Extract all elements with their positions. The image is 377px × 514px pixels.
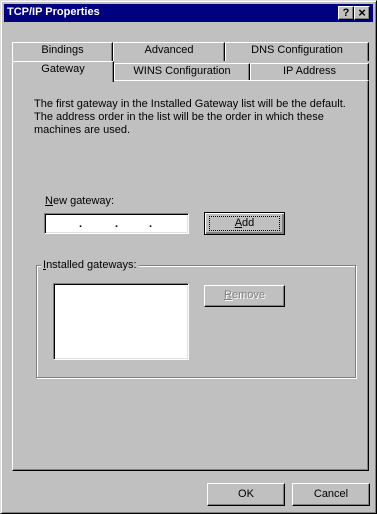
tab-label: IP Address (283, 65, 336, 77)
new-gateway-ip-input[interactable]: . . . (44, 213, 189, 234)
tab-wins-configuration[interactable]: WINS Configuration (114, 63, 250, 81)
add-button[interactable]: Add (204, 212, 285, 235)
tab-dns-configuration[interactable]: DNS Configuration (225, 42, 369, 61)
window-title: TCP/IP Properties (7, 6, 100, 18)
help-button[interactable]: ? (338, 6, 354, 20)
tab-gateway[interactable]: Gateway (12, 61, 114, 82)
close-button[interactable]: × (354, 6, 370, 20)
access-key: N (45, 195, 53, 207)
access-key: R (224, 289, 232, 301)
title-bar[interactable]: TCP/IP Properties ? × (4, 4, 373, 22)
tab-label: DNS Configuration (251, 44, 343, 56)
gateway-description: The first gateway in the Installed Gatew… (34, 98, 346, 136)
tab-ip-address[interactable]: IP Address (250, 63, 369, 81)
cancel-button[interactable]: Cancel (292, 483, 370, 506)
ip-separator: . (115, 218, 119, 230)
ip-separator: . (79, 218, 83, 230)
label-text: nstalled gateways: (46, 259, 137, 271)
tab-bindings[interactable]: Bindings (12, 42, 113, 61)
tab-label: Gateway (41, 63, 85, 75)
label-text: ew gateway: (52, 195, 115, 207)
remove-button[interactable]: Remove (204, 285, 285, 307)
ip-separator: . (149, 218, 153, 230)
tab-advanced[interactable]: Advanced (113, 42, 225, 61)
tab-label: WINS Configuration (133, 65, 231, 77)
installed-gateways-list[interactable] (53, 283, 189, 360)
tab-label: Bindings (41, 44, 84, 56)
focus-rectangle (209, 216, 280, 231)
tcpip-properties-dialog: TCP/IP Properties ? × Bindings Advanced … (0, 0, 377, 514)
installed-gateways-label: Installed gateways: (41, 259, 139, 271)
button-text: emove (231, 289, 265, 301)
new-gateway-label: New gateway: (45, 195, 114, 207)
ok-button[interactable]: OK (207, 483, 285, 506)
tab-label: Advanced (144, 44, 194, 56)
